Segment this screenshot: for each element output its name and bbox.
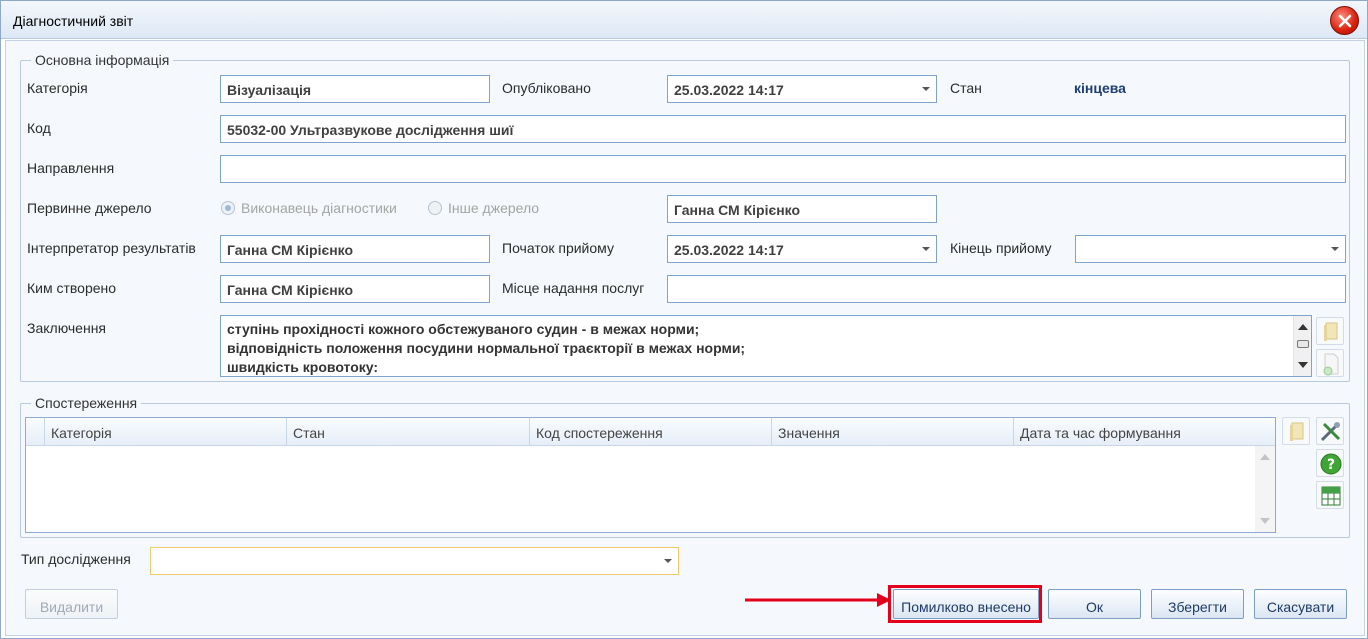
state-value: кінцева	[1074, 80, 1126, 96]
service-place-field[interactable]	[667, 275, 1346, 303]
dialog-content: Основна інформація Категорія Візуалізаці…	[5, 40, 1365, 636]
published-value: 25.03.2022 14:17	[674, 82, 784, 98]
scroll-down-icon[interactable]	[1298, 362, 1308, 368]
category-field[interactable]: Візуалізація	[220, 75, 490, 103]
created-by-field[interactable]: Ганна СМ Кірієнко	[220, 275, 490, 303]
observations-scrollbar[interactable]	[1255, 446, 1275, 532]
close-icon[interactable]	[1330, 6, 1359, 35]
save-button[interactable]: Зберегти	[1151, 589, 1244, 619]
interpreter-field[interactable]: Ганна СМ Кірієнко	[220, 235, 490, 263]
observations-legend: Спостереження	[31, 395, 142, 411]
scroll-up-icon[interactable]	[1298, 324, 1308, 330]
conclusion-label: Заключення	[27, 320, 107, 336]
radio-other-source[interactable]: Інше джерело	[428, 200, 539, 216]
main-info-legend: Основна інформація	[31, 52, 174, 68]
chevron-down-icon[interactable]	[922, 247, 930, 251]
visit-end-combo[interactable]	[1075, 235, 1346, 263]
annotation-highlight	[888, 585, 1042, 623]
scroll-thumb[interactable]	[1297, 340, 1309, 348]
visit-start-label: Початок прийому	[502, 240, 614, 256]
diagnostic-report-window: Діагностичний звіт Основна інформація Ка…	[0, 0, 1368, 639]
radio-dot-selected[interactable]	[221, 201, 235, 215]
radio-diagnostics-performer[interactable]: Виконавець діагностики	[221, 200, 397, 216]
document-icon[interactable]	[1316, 349, 1344, 377]
primary-source-field[interactable]: Ганна СМ Кірієнко	[667, 195, 937, 223]
column-header-value[interactable]: Значення	[771, 418, 1013, 446]
published-label: Опубліковано	[502, 80, 591, 96]
conclusion-textarea[interactable]: ступінь прохідності кожного обстежуваног…	[220, 315, 1312, 377]
radio-dot[interactable]	[428, 201, 442, 215]
refresh-question-icon[interactable]: ?	[1316, 449, 1344, 477]
chevron-down-icon[interactable]	[664, 559, 672, 563]
column-header-observation-code[interactable]: Код спостереження	[529, 418, 771, 446]
created-by-label: Ким створено	[27, 280, 117, 296]
annotation-arrow-icon	[745, 593, 891, 607]
delete-button[interactable]: Видалити	[25, 589, 118, 619]
ok-button[interactable]: Ок	[1048, 589, 1141, 619]
service-place-label: Місце надання послуг	[502, 280, 645, 296]
column-header-formed-datetime[interactable]: Дата та час формування	[1013, 418, 1255, 446]
published-datetime-combo[interactable]: 25.03.2022 14:17	[667, 75, 937, 103]
code-label: Код	[27, 120, 51, 136]
scroll-down-icon[interactable]	[1260, 518, 1270, 524]
conclusion-scrollbar[interactable]	[1293, 316, 1311, 376]
visit-start-value: 25.03.2022 14:17	[674, 242, 784, 258]
radio-diagnostics-performer-label: Виконавець діагностики	[241, 200, 397, 216]
book-icon[interactable]	[1316, 317, 1344, 345]
interpreter-label: Інтерпретатор результатів	[27, 240, 196, 256]
referral-label: Направлення	[27, 160, 115, 176]
code-field[interactable]: 55032-00 Ультразвукове дослідження шиї	[220, 115, 1346, 143]
column-header-state[interactable]: Стан	[286, 418, 529, 446]
svg-text:?: ?	[1327, 457, 1335, 473]
grid-export-icon[interactable]	[1316, 481, 1344, 509]
cancel-button[interactable]: Скасувати	[1254, 589, 1347, 619]
visit-end-label: Кінець прийому	[950, 240, 1052, 256]
conclusion-line: швидкість кровотоку:	[227, 359, 379, 375]
conclusion-line: відповідність положення посудини нормаль…	[227, 340, 746, 356]
visit-start-combo[interactable]: 25.03.2022 14:17	[667, 235, 937, 263]
book-icon[interactable]	[1282, 417, 1310, 445]
referral-field[interactable]	[220, 155, 1346, 183]
study-type-label: Тип дослідження	[21, 551, 131, 567]
observations-table[interactable]: Категорія Стан Код спостереження Значенн…	[25, 417, 1276, 533]
tools-icon[interactable]	[1316, 417, 1344, 445]
scroll-up-icon[interactable]	[1260, 454, 1270, 460]
chevron-down-icon[interactable]	[922, 87, 930, 91]
study-type-combo[interactable]	[150, 547, 679, 575]
title-bar: Діагностичний звіт	[1, 1, 1367, 39]
state-label: Стан	[950, 80, 982, 96]
conclusion-line: ступінь прохідності кожного обстежуваног…	[227, 321, 700, 337]
column-header-category[interactable]: Категорія	[44, 418, 286, 446]
window-title: Діагностичний звіт	[13, 13, 134, 29]
chevron-down-icon[interactable]	[1331, 247, 1339, 251]
primary-source-label: Первинне джерело	[27, 200, 152, 216]
radio-other-source-label: Інше джерело	[448, 200, 540, 216]
observations-table-header: Категорія Стан Код спостереження Значенн…	[26, 418, 1275, 446]
category-label: Категорія	[27, 80, 88, 96]
